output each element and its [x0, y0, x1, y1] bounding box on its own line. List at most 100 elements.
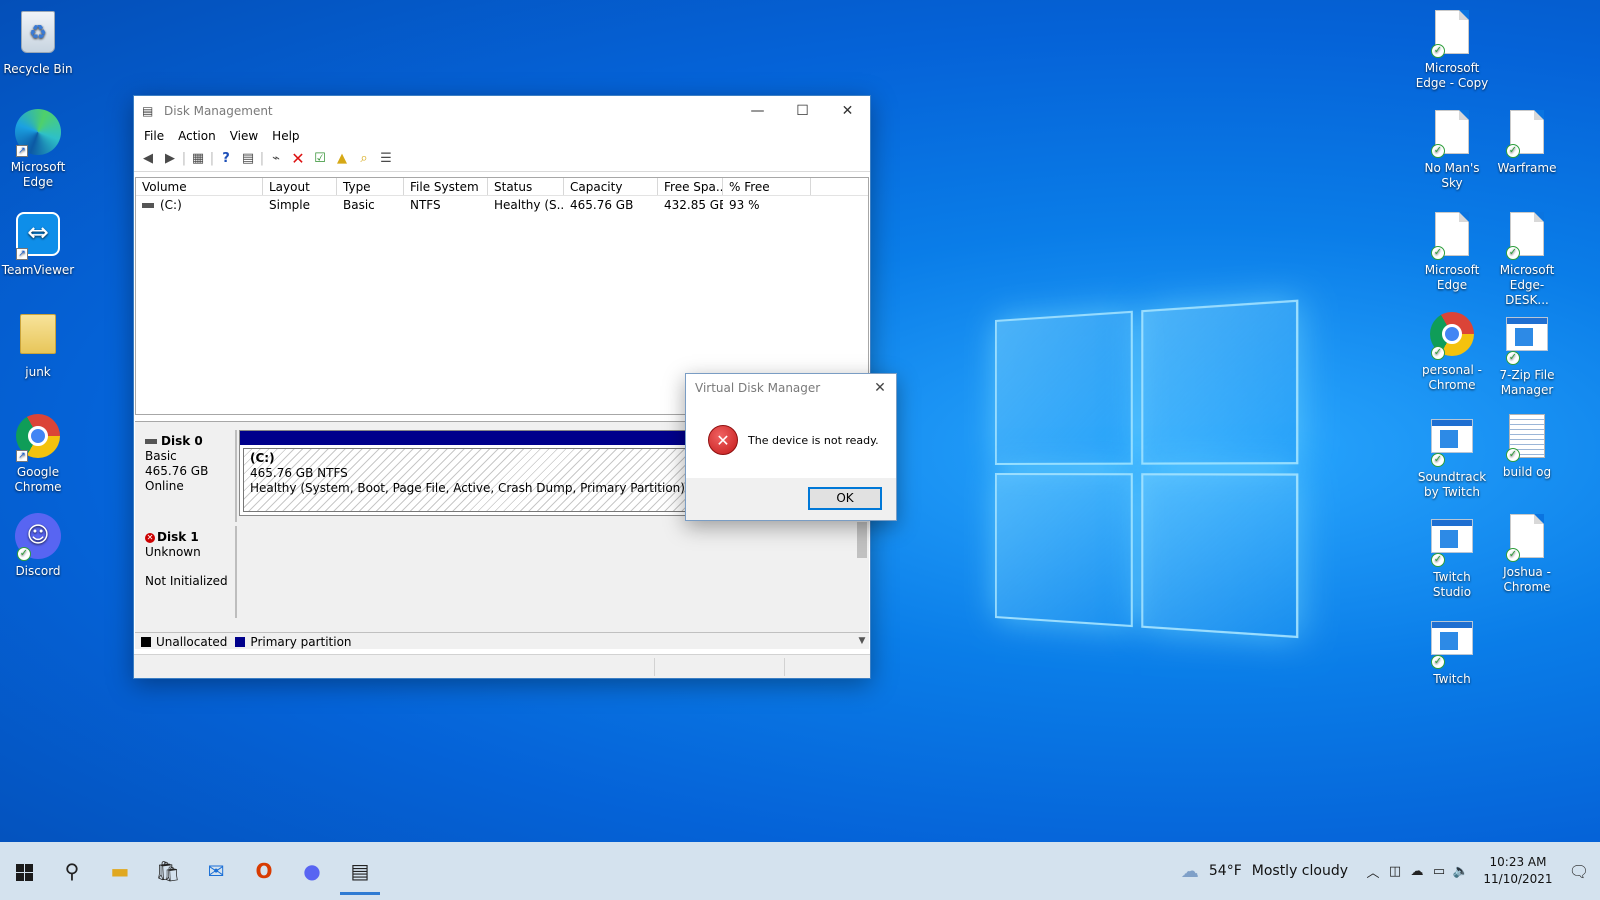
desktop-icon-recycle-bin[interactable]: ♻ Recycle Bin	[0, 8, 76, 77]
help-icon[interactable]: ?	[215, 149, 237, 169]
desktop-icon-label: Twitch	[1433, 672, 1471, 686]
ok-button[interactable]: OK	[808, 487, 882, 510]
file-explorer-icon[interactable]: ▬	[96, 847, 144, 895]
sync-check-icon: ✓	[1506, 246, 1520, 260]
desktop-icon-7zip[interactable]: ✓ 7-Zip File Manager	[1489, 310, 1565, 398]
onedrive-icon[interactable]: ☁	[1406, 864, 1428, 879]
desktop-icon-junk[interactable]: junk	[0, 310, 76, 380]
menu-file[interactable]: File	[137, 126, 171, 146]
desktop-icon-edge-copy[interactable]: ✓ Microsoft Edge - Copy	[1414, 8, 1490, 91]
search-folder-icon[interactable]: ⌕	[353, 149, 375, 169]
volume-muted-icon[interactable]: 🔈	[1450, 864, 1472, 879]
menu-action[interactable]: Action	[171, 126, 223, 146]
mail-icon[interactable]: ✉	[192, 847, 240, 895]
column-header-capacity[interactable]: Capacity	[564, 178, 658, 195]
meet-now-icon[interactable]: ◫	[1384, 864, 1406, 879]
desktop-icon-no-mans-sky[interactable]: ✓ No Man's Sky	[1414, 108, 1490, 191]
close-button[interactable]: ✕	[825, 96, 870, 126]
disk-state: Not Initialized	[145, 574, 228, 588]
legend-unallocated: Unallocated	[156, 634, 228, 649]
column-header-free-space[interactable]: Free Spa...	[658, 178, 723, 195]
cell-capacity: 465.76 GB	[570, 198, 634, 212]
volume-list-header: Volume Layout Type File System Status Ca…	[136, 178, 868, 196]
desktop-icon-twitch[interactable]: ✓ Twitch	[1414, 614, 1490, 687]
logo-pane	[1141, 299, 1299, 465]
desktop-icon-label: Joshua - Chrome	[1503, 565, 1551, 594]
desktop-icon-label: Microsoft Edge - Copy	[1415, 61, 1489, 90]
sync-check-icon: ✓	[1431, 346, 1445, 360]
show-hide-console-tree-icon[interactable]: ▦	[187, 149, 209, 169]
disk-management-icon: ▤	[142, 104, 154, 118]
disk-1-label[interactable]: ✕ Disk 1 Unknown Not Initialized	[137, 526, 237, 618]
recycle-bin-icon: ♻	[21, 11, 55, 53]
desktop-icon-joshua-chrome[interactable]: ✓ Joshua - Chrome	[1489, 512, 1565, 595]
table-row[interactable]: (C:) Simple Basic NTFS Healthy (S... 465…	[136, 196, 868, 214]
dialog-body: ✕ The device is not ready.	[686, 402, 896, 478]
scrollbar-thumb[interactable]	[857, 522, 867, 558]
desktop-icon-personal-chrome[interactable]: ✓ personal - Chrome	[1414, 310, 1490, 393]
sync-check-icon: ✓	[1506, 548, 1520, 562]
column-header-status[interactable]: Status	[488, 178, 564, 195]
weather-widget[interactable]: ☁ 54°F Mostly cloudy	[1181, 861, 1348, 882]
column-header-layout[interactable]: Layout	[263, 178, 337, 195]
desktop-icon-label: 7-Zip File Manager	[1499, 368, 1555, 397]
office-icon[interactable]: O	[240, 847, 288, 895]
shortcut-arrow-icon: ↗	[16, 248, 28, 260]
desktop-icon-label: Google Chrome	[14, 465, 62, 494]
desktop-icon-microsoft-edge-file[interactable]: ✓ Microsoft Edge	[1414, 210, 1490, 293]
desktop-icon-soundtrack[interactable]: ✓ Soundtrack by Twitch	[1414, 412, 1490, 500]
notification-center-icon[interactable]: 🗨	[1558, 862, 1600, 881]
maximize-button[interactable]: ☐	[780, 96, 825, 126]
start-button[interactable]	[0, 847, 48, 895]
dialog-title-bar[interactable]: Virtual Disk Manager ✕	[686, 374, 896, 402]
system-tray: ☁ 54°F Mostly cloudy ︿ ◫ ☁ ▭ 🔈 10:23 AM …	[1181, 842, 1600, 900]
cloud-icon: ☁	[1180, 860, 1199, 882]
desktop-icon-warframe[interactable]: ✓ Warframe	[1489, 108, 1565, 176]
minimize-button[interactable]: —	[735, 96, 780, 126]
desktop-icon-discord[interactable]: ☺ ✓ Discord	[0, 512, 76, 579]
show-hidden-icons-chevron-icon[interactable]: ︿	[1362, 862, 1384, 881]
clock[interactable]: 10:23 AM 11/10/2021	[1478, 854, 1558, 888]
menu-help[interactable]: Help	[265, 126, 306, 146]
connect-drive-icon[interactable]: ⌁	[265, 149, 287, 169]
primary-partition-swatch	[235, 636, 246, 647]
menu-view[interactable]: View	[223, 126, 265, 146]
desktop-icon-label: build og	[1502, 465, 1552, 479]
shortcut-arrow-icon: ↗	[16, 145, 28, 157]
desktop-icon-edge-desk[interactable]: ✓ Microsoft Edge-DESK...	[1489, 210, 1565, 308]
desktop-icon-teamviewer[interactable]: ⇔ ↗ TeamViewer	[0, 210, 76, 278]
back-arrow-icon[interactable]: ◀	[137, 149, 159, 169]
delete-icon[interactable]: ✕	[287, 149, 309, 169]
checklist-icon[interactable]: ☑	[309, 149, 331, 169]
view-settings-icon[interactable]: ☰	[375, 149, 397, 169]
desktop-icon-google-chrome[interactable]: ↗ Google Chrome	[0, 412, 76, 495]
column-header-file-system[interactable]: File System	[404, 178, 488, 195]
disk-state: Online	[145, 479, 184, 493]
desktop-icon-label: Microsoft Edge	[10, 160, 66, 189]
sync-check-icon: ✓	[17, 547, 31, 561]
properties-icon[interactable]: ▤	[237, 149, 259, 169]
desktop-icon-microsoft-edge[interactable]: ↗ Microsoft Edge	[0, 108, 76, 190]
disk-0-label[interactable]: Disk 0 Basic 465.76 GB Online	[137, 430, 237, 522]
error-icon: ✕	[708, 425, 738, 455]
app-window-icon	[1431, 519, 1473, 553]
discord-taskbar-icon[interactable]: ●	[288, 847, 336, 895]
desktop-icon-build-og[interactable]: ✓ build og	[1489, 412, 1565, 480]
desktop-icon-twitch-studio[interactable]: ✓ Twitch Studio	[1414, 512, 1490, 600]
microsoft-store-icon[interactable]: 🛍	[144, 847, 192, 895]
legend-primary-partition: Primary partition	[250, 634, 352, 649]
search-icon[interactable]: ⚲	[48, 847, 96, 895]
folder-up-icon[interactable]: ▲	[331, 149, 353, 169]
forward-arrow-icon[interactable]: ▶	[159, 149, 181, 169]
taskbar: ⚲ ▬ 🛍 ✉ O ● ▤ ☁ 54°F Mostly cloudy ︿ ◫ ☁…	[0, 842, 1600, 900]
battery-icon[interactable]: ▭	[1428, 864, 1450, 879]
column-header-percent-free[interactable]: % Free	[723, 178, 811, 195]
shortcut-arrow-icon: ↗	[16, 450, 28, 462]
column-header-type[interactable]: Type	[337, 178, 404, 195]
vertical-scrollbar[interactable]: ▼	[855, 522, 869, 646]
disk-management-taskbar-icon[interactable]: ▤	[336, 847, 384, 895]
dialog-close-button[interactable]: ✕	[870, 374, 890, 402]
weather-temperature: 54°F	[1208, 863, 1242, 879]
title-bar[interactable]: ▤ Disk Management — ☐ ✕	[134, 96, 870, 126]
column-header-volume[interactable]: Volume	[136, 178, 263, 195]
